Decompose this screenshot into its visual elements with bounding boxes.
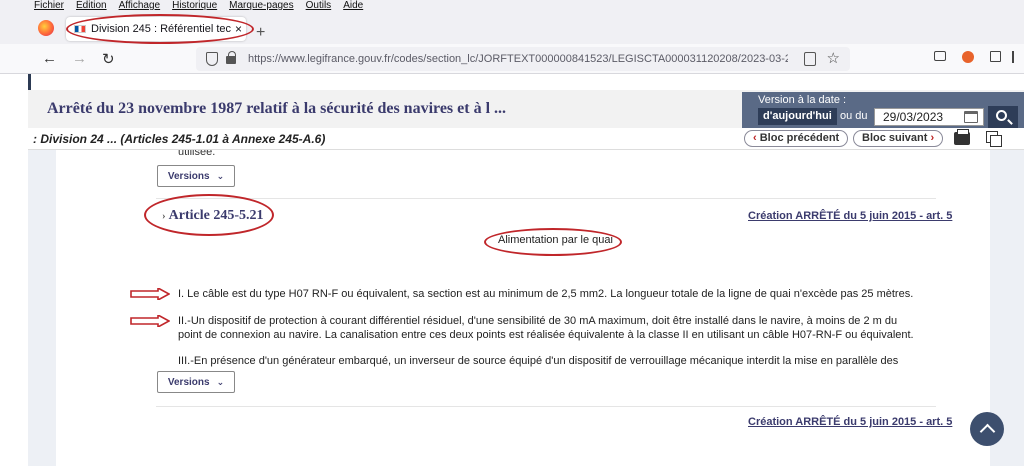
menu-bar: Fichier Édition Affichage Historique Mar… <box>0 0 1024 12</box>
breadcrumb-bar: : Division 24 ... (Articles 245-1.01 à A… <box>28 128 1024 150</box>
previous-block-button[interactable]: ‹ Bloc précédent <box>744 130 849 147</box>
paragraph-3: III.-En présence d'un générateur embarqu… <box>178 355 899 381</box>
versions-button[interactable]: Versions ⌄ <box>157 165 235 187</box>
navigation-bar: ← → ↻ https://www.legifrance.gouv.fr/cod… <box>0 44 1024 74</box>
paragraph-1: I. Le câble est du type H07 RN-F ou équi… <box>178 288 914 300</box>
chevron-left-icon: ‹ <box>753 132 757 144</box>
print-icon[interactable] <box>954 129 970 145</box>
chevron-down-icon: ⌄ <box>216 376 225 387</box>
url-text[interactable]: https://www.legifrance.gouv.fr/codes/sec… <box>248 53 788 65</box>
bookmark-star-icon[interactable]: ☆ <box>827 49 840 67</box>
next-block-label: Bloc suivant <box>862 132 928 144</box>
menu-help[interactable]: Aide <box>343 0 363 12</box>
creation-link[interactable]: Création ARRÊTÉ du 5 juin 2015 - art. 5 <box>748 210 952 222</box>
scroll-to-top-button[interactable] <box>970 412 1004 446</box>
back-button[interactable]: ← <box>42 50 57 67</box>
calendar-icon[interactable] <box>964 111 978 123</box>
copy-icon[interactable] <box>986 131 1002 147</box>
firefox-logo-icon[interactable] <box>38 20 54 36</box>
versions-label-2: Versions <box>167 376 210 388</box>
next-creation-link[interactable]: Création ARRÊTÉ du 5 juin 2015 - art. 5 <box>748 416 952 428</box>
menu-view[interactable]: Affichage <box>119 0 161 12</box>
reader-view-icon[interactable] <box>804 52 816 66</box>
tracking-shield-icon[interactable] <box>206 52 218 66</box>
url-bar[interactable]: https://www.legifrance.gouv.fr/codes/sec… <box>196 47 850 71</box>
red-arrow-annotation-icon <box>130 288 170 300</box>
tab-highlight-ellipse <box>66 14 254 44</box>
or-label: ou du <box>840 110 868 122</box>
extension-icon[interactable] <box>962 51 974 63</box>
document-title[interactable]: Arrêté du 23 novembre 1987 relatif à la … <box>47 100 506 118</box>
version-selector: Version à la date : d'aujourd'hui ou du … <box>742 92 1024 128</box>
left-margin <box>28 150 56 466</box>
new-tab-button[interactable]: + <box>256 24 265 42</box>
divider <box>156 198 936 199</box>
menu-edit[interactable]: Édition <box>76 0 107 12</box>
next-block-button[interactable]: Bloc suivant › <box>853 130 944 147</box>
breadcrumb[interactable]: : Division 24 ... (Articles 245-1.01 à A… <box>33 132 325 146</box>
versions-button-2[interactable]: Versions ⌄ <box>157 371 235 393</box>
forward-button[interactable]: → <box>72 50 87 67</box>
chevron-down-icon: ⌄ <box>216 170 225 181</box>
menu-history[interactable]: Historique <box>172 0 217 12</box>
red-arrow-annotation-icon <box>130 315 170 327</box>
article-highlight-ellipse <box>144 194 274 236</box>
reload-button[interactable]: ↻ <box>102 50 115 68</box>
menu-bookmarks[interactable]: Marque-pages <box>229 0 293 12</box>
partial-text-line: utilisée. <box>178 150 216 158</box>
paragraph-2: II.-Un dispositif de protection à couran… <box>178 315 914 341</box>
divider-2 <box>156 406 936 407</box>
subtitle-highlight-ellipse <box>484 228 622 256</box>
menu-hamburger-icon[interactable] <box>1012 51 1014 63</box>
version-label: Version à la date : <box>758 94 847 106</box>
versions-label: Versions <box>167 170 210 182</box>
pocket-icon[interactable] <box>934 51 946 61</box>
chevron-right-icon: › <box>930 132 935 144</box>
extensions-puzzle-icon[interactable] <box>990 51 1001 62</box>
lock-icon[interactable] <box>226 51 236 64</box>
search-icon <box>996 110 1007 121</box>
menu-file[interactable]: Fichier <box>34 0 64 12</box>
menu-tools[interactable]: Outils <box>306 0 332 12</box>
today-version-button[interactable]: d'aujourd'hui <box>758 108 837 125</box>
previous-block-label: Bloc précédent <box>759 132 840 144</box>
search-button[interactable] <box>988 106 1018 128</box>
